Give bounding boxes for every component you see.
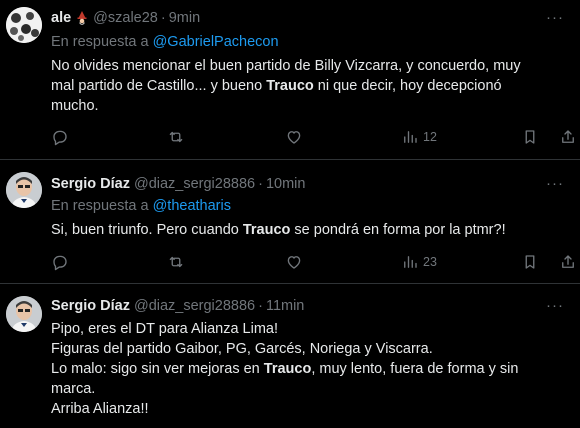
views-count: 12 xyxy=(423,130,437,144)
like-icon xyxy=(287,256,301,269)
bookmark-button[interactable] xyxy=(521,128,539,146)
text-line: mal partido de Castillo... y bueno Trauc… xyxy=(51,78,502,94)
tweet-header: Sergio Díaz @diaz_sergi28886 · 10min xyxy=(51,174,570,194)
retweet-button[interactable] xyxy=(167,128,185,146)
retweet-icon xyxy=(169,256,183,268)
tweet[interactable]: ale @szale28 · 9min ··· En respuesta a @… xyxy=(0,0,580,160)
reply-icon xyxy=(53,255,67,271)
reply-to-link[interactable]: @theatharis xyxy=(153,198,231,214)
views-icon xyxy=(404,256,417,268)
author-handle[interactable]: @szale28 xyxy=(93,10,158,26)
text-line: marca. xyxy=(51,381,96,397)
reply-prefix: En respuesta a xyxy=(51,198,149,214)
views-button[interactable]: 23 xyxy=(401,253,437,271)
share-icon xyxy=(562,255,574,268)
highlight: Trauco xyxy=(266,78,314,94)
action-bar: 23 xyxy=(51,253,574,273)
tweet-header: Sergio Díaz @diaz_sergi28886 · 11min xyxy=(51,296,570,316)
more-options-icon[interactable]: ··· xyxy=(546,296,564,316)
text-line: Lo malo: sigo sin ver mejoras en Trauco,… xyxy=(51,361,519,377)
bookmark-icon xyxy=(525,255,535,269)
author-handle[interactable]: @diaz_sergi28886 xyxy=(134,298,255,314)
views-count: 23 xyxy=(423,255,437,269)
avatar-image xyxy=(6,296,42,332)
like-button[interactable] xyxy=(285,128,303,146)
tweet-header: ale @szale28 · 9min xyxy=(51,8,570,28)
avatar[interactable] xyxy=(6,7,42,43)
separator-dot: · xyxy=(258,298,263,314)
bookmark-icon xyxy=(525,130,535,144)
reply-context: En respuesta a @theatharis xyxy=(51,198,570,214)
retweet-icon xyxy=(169,131,183,143)
reply-prefix: En respuesta a xyxy=(51,34,149,50)
wizard-emoji-icon xyxy=(75,11,89,25)
share-icon xyxy=(562,130,574,143)
author-handle[interactable]: @diaz_sergi28886 xyxy=(134,176,255,192)
tweet-text: Si, buen triunfo. Pero cuando Trauco se … xyxy=(51,220,568,240)
retweet-button[interactable] xyxy=(167,253,185,271)
reply-context: En respuesta a @GabrielPachecon xyxy=(51,34,570,50)
author-name[interactable]: Sergio Díaz xyxy=(51,298,130,314)
highlight: Trauco xyxy=(263,361,312,377)
timestamp[interactable]: 11min xyxy=(266,298,304,314)
avatar-image xyxy=(6,172,42,208)
bookmark-button[interactable] xyxy=(521,253,539,271)
text-line: No olvides mencionar el buen partido de … xyxy=(51,58,521,74)
avatar[interactable] xyxy=(6,296,42,332)
author-name[interactable]: ale xyxy=(51,10,71,26)
reply-icon xyxy=(53,130,67,146)
text-line: Pipo, eres el DT para Alianza Lima! xyxy=(51,321,279,337)
text-line: Si, buen triunfo. Pero cuando Trauco se … xyxy=(51,222,506,238)
action-bar: 12 xyxy=(51,128,574,148)
text-line: Arriba Alianza!! xyxy=(51,401,149,417)
text-line: mucho. xyxy=(51,98,99,114)
like-icon xyxy=(287,131,301,144)
reply-button[interactable] xyxy=(51,253,69,271)
share-button[interactable] xyxy=(559,128,577,146)
timestamp[interactable]: 10min xyxy=(266,176,306,192)
more-options-icon[interactable]: ··· xyxy=(546,174,564,194)
share-button[interactable] xyxy=(559,253,577,271)
tweet[interactable]: Sergio Díaz @diaz_sergi28886 · 10min ···… xyxy=(0,160,580,284)
reply-to-link[interactable]: @GabrielPachecon xyxy=(153,34,279,50)
reply-button[interactable] xyxy=(51,128,69,146)
tweet-text: Pipo, eres el DT para Alianza Lima! Figu… xyxy=(51,319,568,419)
separator-dot: · xyxy=(160,10,166,26)
separator-dot: · xyxy=(258,176,263,192)
author-name[interactable]: Sergio Díaz xyxy=(51,176,130,192)
text-line: Figuras del partido Gaibor, PG, Garcés, … xyxy=(51,341,433,357)
tweet-text: No olvides mencionar el buen partido de … xyxy=(51,56,568,116)
views-icon xyxy=(404,131,417,143)
more-options-icon[interactable]: ··· xyxy=(546,8,564,28)
avatar-image xyxy=(6,7,42,43)
avatar[interactable] xyxy=(6,172,42,208)
tweet[interactable]: Sergio Díaz @diaz_sergi28886 · 11min ···… xyxy=(0,284,580,428)
views-button[interactable]: 12 xyxy=(401,128,437,146)
like-button[interactable] xyxy=(285,253,303,271)
timestamp[interactable]: 9min xyxy=(169,10,200,26)
highlight: Trauco xyxy=(242,222,291,238)
